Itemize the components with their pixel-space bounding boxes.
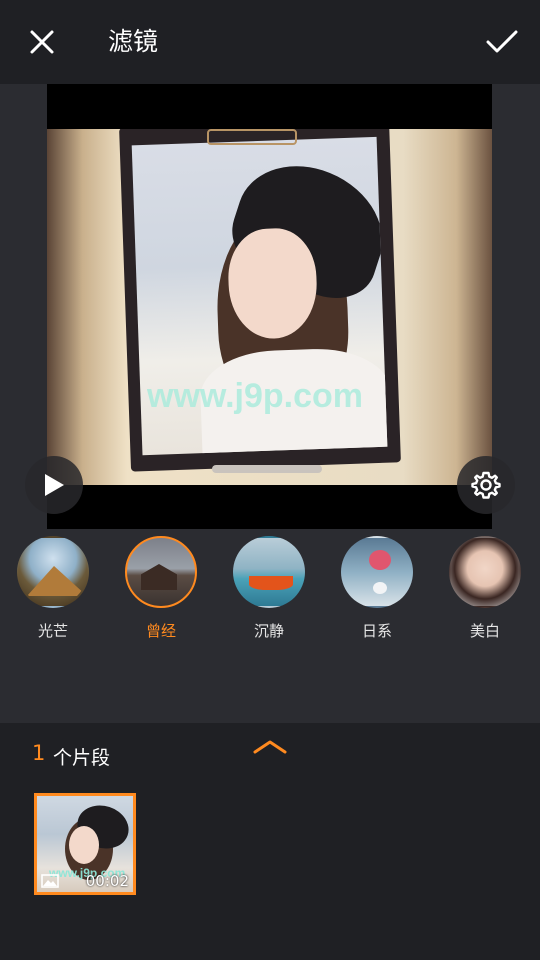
filter-label: 美白 xyxy=(469,622,500,640)
filter-label: 曾经 xyxy=(145,622,176,640)
filter-label: 日系 xyxy=(361,622,392,640)
filter-editor-screen: 滤镜 www.j9p.com 光芒 曾经 沉静 日系 美白 1 个片段 www.… xyxy=(0,0,540,960)
filter-item-meibai[interactable]: 美白 xyxy=(445,536,525,641)
photo-frame xyxy=(119,129,401,472)
top-bar: 滤镜 xyxy=(0,0,540,84)
segment-panel: 1 个片段 www.j9p.com 00:02 xyxy=(0,723,540,960)
gear-icon xyxy=(471,471,501,499)
close-icon xyxy=(30,30,54,54)
filter-thumbnail xyxy=(125,536,197,608)
play-button[interactable] xyxy=(25,456,83,514)
settings-button[interactable] xyxy=(457,456,515,514)
page-title: 滤镜 xyxy=(108,27,159,56)
filter-thumbnail xyxy=(449,536,521,608)
preview-image: www.j9p.com xyxy=(47,129,492,485)
filter-item-guangmang[interactable]: 光芒 xyxy=(13,536,93,641)
video-preview[interactable]: www.j9p.com xyxy=(47,84,492,529)
filter-item-cengjing[interactable]: 曾经 xyxy=(121,536,201,641)
clip-duration: 00:02 xyxy=(85,872,129,890)
clip-thumbnail[interactable]: www.j9p.com 00:02 xyxy=(34,793,136,895)
segment-count: 1 xyxy=(32,741,46,765)
filter-list: 光芒 曾经 沉静 日系 美白 xyxy=(0,536,540,656)
confirm-button[interactable] xyxy=(482,22,522,62)
close-button[interactable] xyxy=(22,22,62,62)
checkmark-icon xyxy=(486,30,518,53)
filter-thumbnail xyxy=(17,536,89,608)
chevron-up-icon[interactable] xyxy=(252,737,288,755)
filter-item-rixi[interactable]: 日系 xyxy=(337,536,417,641)
image-icon xyxy=(41,874,59,888)
play-icon xyxy=(45,474,64,496)
filter-label: 光芒 xyxy=(37,622,68,640)
filter-thumbnail xyxy=(233,536,305,608)
filter-label: 沉静 xyxy=(253,622,284,640)
segment-label: 个片段 xyxy=(53,747,111,769)
filter-thumbnail xyxy=(341,536,413,608)
filter-item-chenjing[interactable]: 沉静 xyxy=(229,536,309,641)
watermark-text: www.j9p.com xyxy=(147,377,364,415)
